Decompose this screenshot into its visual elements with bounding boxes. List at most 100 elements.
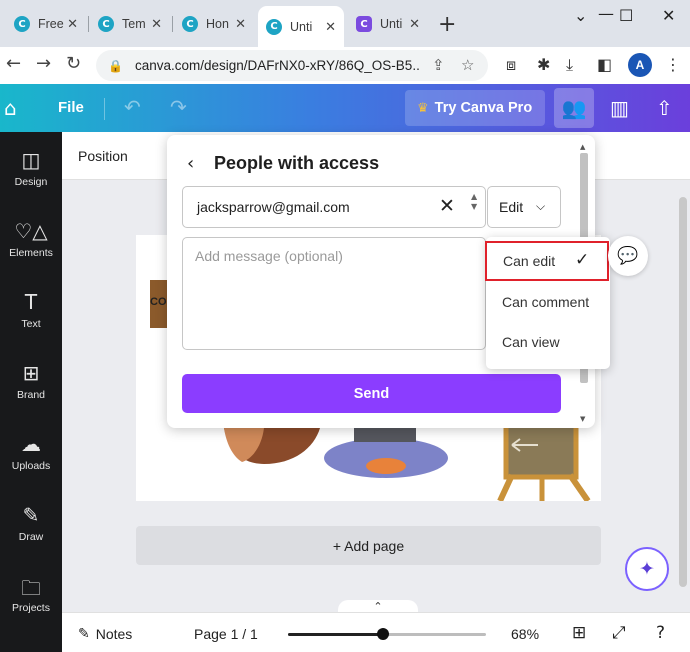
close-icon[interactable]: ✕ (235, 16, 246, 32)
sidebar-item-label: Design (14, 176, 48, 188)
panel-title: People with access (214, 153, 380, 173)
redo-icon[interactable]: ↷ (170, 95, 187, 119)
canva-icon: C (266, 18, 282, 35)
upload-icon: ☁ (21, 432, 41, 456)
page-art-box[interactable]: CO (150, 280, 168, 328)
header-divider (104, 98, 105, 120)
new-tab-button[interactable]: + (438, 12, 456, 37)
folder-icon: 🗀 (21, 576, 41, 600)
people-icon: 👥 (561, 96, 587, 120)
brand-icon: ⊞ (22, 361, 40, 385)
chevron-down-icon: ⌵ (536, 199, 546, 213)
fullscreen-icon[interactable]: ⤢ (612, 623, 626, 643)
sidebar-item-label: Uploads (11, 460, 51, 472)
sidebar-item-text[interactable]: T Text (0, 290, 62, 350)
add-page-button[interactable]: + Add page (136, 526, 601, 565)
browser-tab[interactable]: C Free ✕ (6, 8, 86, 40)
bookmark-star-icon[interactable]: ☆ (461, 56, 474, 74)
tab-label: Unti (380, 17, 403, 31)
position-button[interactable]: Position (78, 148, 128, 164)
add-comment-button[interactable]: 💬 (608, 236, 648, 276)
stepper-arrows-icon[interactable]: ▲ ▼ (471, 192, 477, 212)
zoom-slider[interactable] (288, 628, 486, 640)
tab-label: Hon (206, 17, 229, 31)
sidebar-item-label: Projects (12, 602, 50, 614)
sidebar-item-design[interactable]: ◫ Design (0, 148, 62, 208)
clear-icon[interactable]: ✕ (439, 195, 455, 217)
sidebar-item-elements[interactable]: ♡△ Elements (0, 219, 62, 279)
close-icon[interactable]: ✕ (67, 16, 78, 32)
menu-item-can-comment[interactable]: Can comment (486, 283, 610, 321)
scrollbar-thumb[interactable] (679, 197, 687, 587)
minimize-icon[interactable]: — (598, 4, 614, 23)
page-art-guitar-illustration[interactable] (224, 428, 320, 464)
sidebar-item-label: Text (21, 318, 41, 330)
page-art-person-illustration[interactable] (322, 420, 450, 480)
share-page-icon[interactable]: ⇪ (432, 56, 445, 74)
message-field[interactable]: Add message (optional) (182, 237, 486, 350)
zoom-slider-fill (288, 633, 384, 636)
close-icon[interactable]: ✕ (151, 16, 162, 32)
permission-value: Edit (499, 199, 524, 215)
sidepanel-icon[interactable]: ◧ (597, 55, 612, 74)
browser-navbar: ← → ↻ 🔒 canva.com/design/DAFrNX0-xRY/86Q… (0, 47, 690, 84)
home-icon[interactable]: ⌂ (4, 96, 17, 120)
browser-tab-active[interactable]: C Unti ✕ (258, 6, 344, 47)
sidebar-item-brand[interactable]: ⊞ Brand (0, 361, 62, 421)
try-canva-pro-button[interactable]: ♛ Try Canva Pro (405, 90, 545, 126)
browser-tab[interactable]: C Unti ✕ (348, 8, 428, 40)
share-people-button[interactable]: 👥 (554, 88, 594, 128)
scroll-down-arrow-icon[interactable]: ▼ (580, 415, 585, 423)
browser-tab[interactable]: C Tem ✕ (90, 8, 170, 40)
tab-label: Tem (122, 17, 146, 31)
menu-item-can-edit[interactable]: Can edit ✓ (485, 241, 609, 281)
back-arrow-icon[interactable]: ← (6, 53, 21, 74)
editor-sidebar: ◫ Design ♡△ Elements T Text ⊞ Brand ☁ Up… (0, 132, 62, 652)
sidebar-item-uploads[interactable]: ☁ Uploads (0, 432, 62, 492)
menu-item-can-view[interactable]: Can view (486, 323, 610, 361)
permission-dropdown: Can edit ✓ Can comment Can view (485, 237, 610, 369)
zoom-slider-knob[interactable] (377, 628, 390, 640)
send-button[interactable]: Send (182, 374, 561, 413)
chevron-down-icon[interactable]: ⌄ (574, 6, 587, 25)
sidebar-item-label: Draw (18, 531, 44, 543)
close-window-icon[interactable]: ✕ (662, 6, 675, 25)
text-icon: T (24, 290, 38, 314)
browser-tab-strip: C Free ✕ C Tem ✕ C Hon ✕ C Unti ✕ C Unti… (0, 0, 690, 47)
scroll-up-arrow-icon[interactable]: ▲ (580, 143, 585, 151)
sidebar-item-label: Brand (16, 389, 46, 401)
profile-avatar[interactable]: A (628, 53, 652, 77)
browser-tab[interactable]: C Hon ✕ (174, 8, 254, 40)
canvas-scrollbar[interactable] (678, 185, 688, 605)
insights-chart-icon[interactable]: ▥ (610, 96, 629, 120)
permission-select[interactable]: Edit ⌵ (487, 186, 561, 228)
email-field[interactable]: jacksparrow@gmail.com ✕ (182, 186, 486, 228)
reload-icon[interactable]: ↻ (66, 53, 81, 74)
download-icon[interactable]: ⤓ (566, 55, 573, 75)
menu-item-label: Can edit (503, 253, 556, 269)
extensions-puzzle-icon[interactable]: ✱ (537, 55, 550, 74)
forward-arrow-icon[interactable]: → (36, 53, 51, 74)
draw-icon: ✎ (22, 503, 40, 527)
close-icon[interactable]: ✕ (409, 16, 420, 32)
message-placeholder: Add message (optional) (195, 248, 343, 264)
sidebar-item-draw[interactable]: ✎ Draw (0, 503, 62, 563)
magic-assistant-button[interactable]: ✦ (625, 547, 669, 591)
grid-view-icon[interactable]: ⊞ (572, 623, 586, 643)
close-icon[interactable]: ✕ (325, 19, 336, 35)
file-menu[interactable]: File (58, 99, 84, 116)
layout-icon: ◫ (21, 148, 41, 172)
page-indicator[interactable]: Page 1 / 1 (194, 626, 258, 642)
back-chevron-icon[interactable]: ‹ (187, 153, 194, 174)
zoom-percent[interactable]: 68% (511, 626, 539, 642)
help-icon[interactable]: ? (656, 623, 665, 643)
notes-button[interactable]: ✎ Notes (78, 626, 132, 642)
kebab-menu-icon[interactable]: ⋮ (665, 55, 681, 74)
tab-label: Free (38, 17, 64, 31)
address-bar[interactable]: 🔒 canva.com/design/DAFrNX0-xRY/86Q_OS-B5… (96, 50, 488, 81)
maximize-icon[interactable]: ☐ (619, 6, 633, 25)
sidebar-item-projects[interactable]: 🗀 Projects (0, 574, 62, 634)
upload-share-icon[interactable]: ⇧ (656, 96, 673, 120)
screenshot-extension-icon[interactable]: ⧈ (506, 55, 516, 75)
undo-icon[interactable]: ↶ (124, 95, 141, 119)
